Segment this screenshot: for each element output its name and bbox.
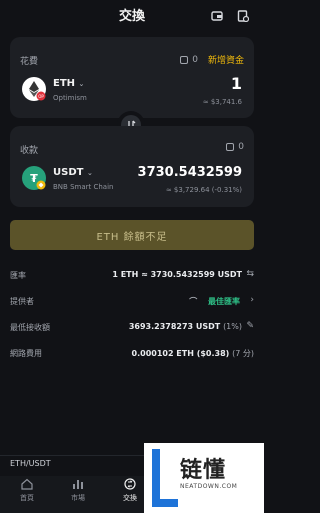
top-bar: 交換: [0, 0, 264, 26]
rate-row: 匯率 1 ETH ≈ 3730.5432599 USDT ⇆: [10, 268, 254, 284]
receive-amount: 3730.5432599: [137, 165, 242, 180]
chevron-down-icon: ⌄: [78, 80, 85, 88]
watermark-url: NEATDOWN.COM: [180, 483, 238, 490]
watermark-text: 链懂: [180, 458, 227, 483]
spend-fiat-value: ≈ $3,741.6: [202, 98, 242, 106]
network-fee-value-wrap: 0.000102 ETH ($0.38) (7 分): [132, 348, 254, 359]
spend-token-selector[interactable]: ETH ⌄: [53, 78, 84, 89]
swap-rate-icon[interactable]: ⇆: [246, 269, 254, 279]
usdt-token-icon[interactable]: ₮: [22, 166, 46, 190]
receive-label: 收款: [20, 146, 39, 156]
wallet-icon[interactable]: [211, 7, 223, 21]
nav-swap-label: 交換: [123, 494, 137, 502]
provider-row[interactable]: 提供者 ⌒ 最佳匯率 ›: [10, 294, 254, 310]
deposit-link[interactable]: 新增資金: [208, 53, 244, 66]
rate-value: 1 ETH ≈ 3730.5432599 USDT: [112, 270, 242, 279]
network-fee-time: (7 分): [232, 349, 254, 358]
swap-icon: [124, 478, 136, 490]
watermark-logo: 链懂 NEATDOWN.COM: [144, 443, 264, 513]
receive-chain: BNB Smart Chain: [53, 183, 114, 191]
watermark-l-icon: [152, 449, 178, 507]
wallet-small-icon: [226, 143, 235, 151]
min-receive-value-wrap: 3693.2378273 USDT (1%): [129, 322, 242, 331]
network-fee-value: 0.000102 ETH ($0.38): [131, 349, 230, 358]
eth-token-icon[interactable]: OP: [22, 77, 46, 101]
chevron-down-icon: ⌄: [86, 169, 93, 177]
provider-logo-icon: ⌒: [189, 297, 198, 306]
spend-amount-input[interactable]: 1: [231, 74, 242, 93]
provider-label: 提供者: [10, 297, 34, 306]
page-title: 交換: [118, 9, 145, 24]
wallet-small-icon: [180, 55, 189, 64]
nav-home[interactable]: 首頁: [7, 478, 47, 503]
receive-token-name: USDT: [53, 167, 84, 178]
spend-card: 花費 0 新增資金 OP ETH ⌄ Optimism 1 ≈ $3,741.6: [10, 37, 254, 118]
trading-pair[interactable]: ETH/USDT: [10, 459, 51, 468]
spend-label: 花費: [20, 57, 39, 67]
receive-card: 收款 0 ₮ USDT ⌄ BNB Smart Chain 3730.54325…: [10, 126, 254, 207]
spend-wallet-count: 0: [192, 54, 198, 65]
svg-text:OP: OP: [38, 94, 44, 99]
receive-fiat-value: ≈ $3,729.64 (-0.31%): [165, 186, 242, 194]
spend-wallet-info: 0 新增資金: [180, 53, 244, 66]
min-receive-value: 3693.2378273 USDT: [128, 322, 221, 331]
provider-value-wrap: ⌒ 最佳匯率: [189, 296, 240, 307]
home-icon: [21, 478, 33, 490]
spend-chain: Optimism: [53, 94, 87, 102]
min-receive-pct: (1%): [223, 322, 242, 331]
edit-slippage-icon[interactable]: ✎: [246, 321, 254, 331]
network-fee-row: 網路費用 0.000102 ETH ($0.38) (7 分): [10, 346, 254, 362]
receive-wallet-count: 0: [238, 142, 244, 152]
chevron-right-icon: ›: [250, 295, 254, 305]
insufficient-balance-button[interactable]: ETH 餘額不足: [10, 220, 254, 250]
history-icon[interactable]: [237, 7, 250, 23]
chart-icon: [72, 478, 84, 490]
nav-market-label: 市場: [71, 494, 85, 502]
nav-market[interactable]: 市場: [58, 478, 98, 503]
spend-token-name: ETH: [53, 78, 76, 89]
receive-wallet-info: 0: [226, 142, 244, 152]
min-receive-label: 最低接收額: [10, 323, 50, 332]
rate-label: 匯率: [10, 271, 26, 280]
network-fee-label: 網路費用: [10, 349, 42, 358]
nav-home-label: 首頁: [20, 494, 34, 502]
provider-value: 最佳匯率: [208, 297, 240, 306]
min-receive-row: 最低接收額 3693.2378273 USDT (1%) ✎: [10, 320, 254, 336]
receive-token-selector[interactable]: USDT ⌄: [53, 167, 93, 178]
